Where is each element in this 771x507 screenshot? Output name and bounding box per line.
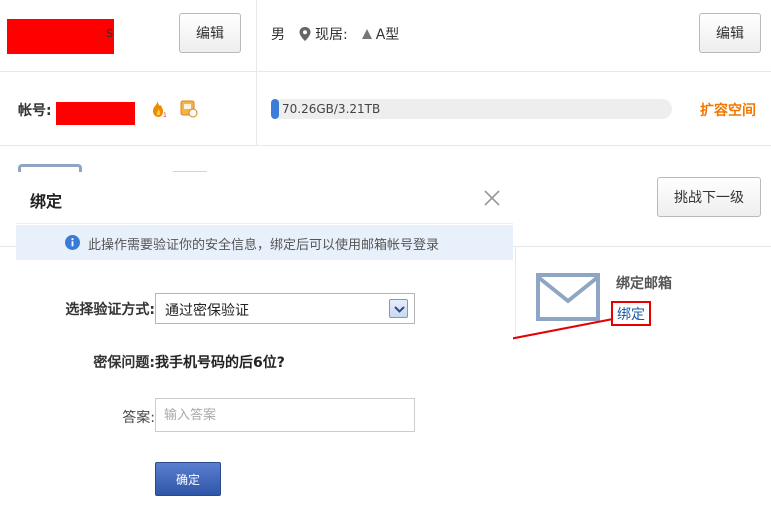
profile-details: 男 现居: A型 — [271, 24, 399, 44]
bind-dialog: 绑定 此操作需要验证你的安全信息，绑定后可以使用邮箱帐号登录 选择验证方式: 通… — [16, 172, 513, 507]
location-label: 现居: — [315, 27, 348, 43]
redacted-name — [7, 19, 114, 54]
gender-text: 男 — [271, 27, 285, 43]
redacted-account — [56, 102, 135, 125]
name-text: s — [106, 25, 114, 41]
answer-label: 答案: — [122, 410, 155, 426]
edit-name-button[interactable]: 编辑 — [179, 13, 241, 53]
account-label: 帐号: — [18, 103, 52, 119]
chevron-down-icon — [394, 306, 405, 313]
dialog-header: 绑定 — [16, 172, 513, 224]
storage-quota-bar: 70.26GB/3.21TB — [271, 99, 672, 119]
verify-method-select[interactable]: 通过密保验证 — [155, 293, 415, 324]
verify-method-label: 选择验证方式: — [65, 302, 155, 318]
expand-storage-link[interactable]: 扩容空间 — [700, 100, 756, 120]
storage-quota-fill — [271, 99, 280, 119]
answer-input[interactable] — [155, 398, 415, 432]
profile-info-row: s 编辑 男 现居: A型 编辑 — [0, 0, 771, 72]
profile-page: s 编辑 男 现居: A型 编辑 帐号: 1 70.26GB/3.21TB 扩容… — [0, 0, 771, 507]
security-question-text: 我手机号码的后6位? — [155, 355, 285, 371]
verify-method-value: 通过密保验证 — [165, 303, 249, 319]
mail-envelope-icon — [536, 273, 600, 321]
dialog-title: 绑定 — [30, 192, 63, 211]
blood-type-text: A型 — [375, 27, 400, 43]
location-pin-icon — [299, 27, 311, 41]
dropdown-button[interactable] — [389, 299, 408, 318]
vip-badge-icon[interactable] — [180, 100, 198, 118]
bind-email-title: 绑定邮箱 — [616, 276, 672, 292]
storage-quota-text: 70.26GB/3.21TB — [282, 102, 381, 116]
confirm-button[interactable]: 确定 — [155, 462, 221, 496]
security-question-label: 密保问题: — [93, 355, 155, 371]
account-row: 帐号: 1 70.26GB/3.21TB 扩容空间 — [0, 72, 771, 146]
fire-level-icon[interactable]: 1 — [149, 100, 169, 118]
info-icon — [65, 235, 80, 250]
close-icon[interactable] — [483, 189, 501, 207]
security-notice-text: 此操作需要验证你的安全信息，绑定后可以使用邮箱帐号登录 — [88, 238, 440, 253]
svg-text:1: 1 — [163, 112, 167, 118]
blood-type-icon — [361, 29, 372, 39]
edit-profile-button[interactable]: 编辑 — [699, 13, 761, 53]
challenge-next-level-button[interactable]: 挑战下一级 — [657, 177, 761, 217]
security-notice: 此操作需要验证你的安全信息，绑定后可以使用邮箱帐号登录 — [16, 225, 513, 260]
